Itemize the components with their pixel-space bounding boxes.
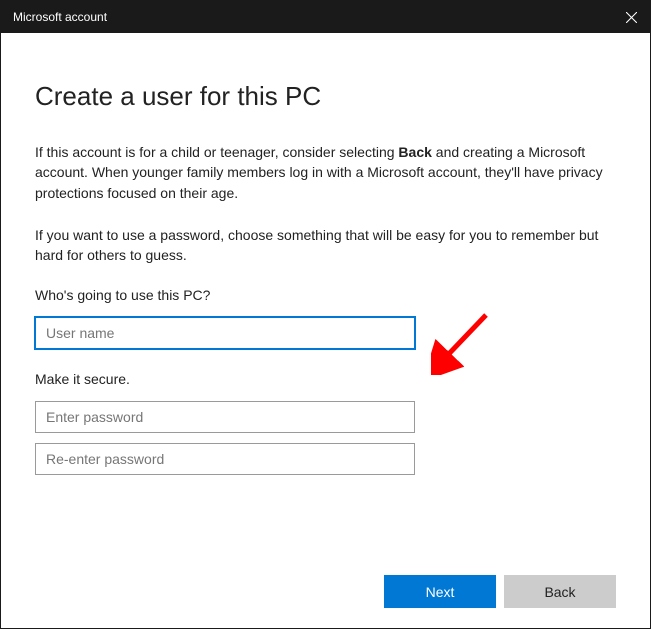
titlebar: Microsoft account (1, 1, 650, 33)
content-area: Create a user for this PC If this accoun… (1, 33, 650, 628)
password-input[interactable] (35, 401, 415, 433)
back-button[interactable]: Back (504, 575, 616, 608)
password-section-label: Make it secure. (35, 371, 616, 387)
next-button[interactable]: Next (384, 575, 496, 608)
close-button[interactable] (624, 10, 638, 24)
username-input[interactable] (35, 317, 415, 349)
username-label: Who's going to use this PC? (35, 287, 616, 303)
reenter-password-input[interactable] (35, 443, 415, 475)
intro-para1-pre: If this account is for a child or teenag… (35, 144, 398, 160)
window-title: Microsoft account (13, 10, 107, 24)
intro-paragraph-1: If this account is for a child or teenag… (35, 142, 615, 203)
page-heading: Create a user for this PC (35, 81, 616, 112)
intro-para1-back: Back (398, 144, 431, 160)
close-icon (626, 12, 637, 23)
dialog-footer: Next Back (384, 575, 616, 608)
intro-paragraph-2: If you want to use a password, choose so… (35, 225, 615, 266)
dialog-window: Microsoft account Create a user for this… (0, 0, 651, 629)
